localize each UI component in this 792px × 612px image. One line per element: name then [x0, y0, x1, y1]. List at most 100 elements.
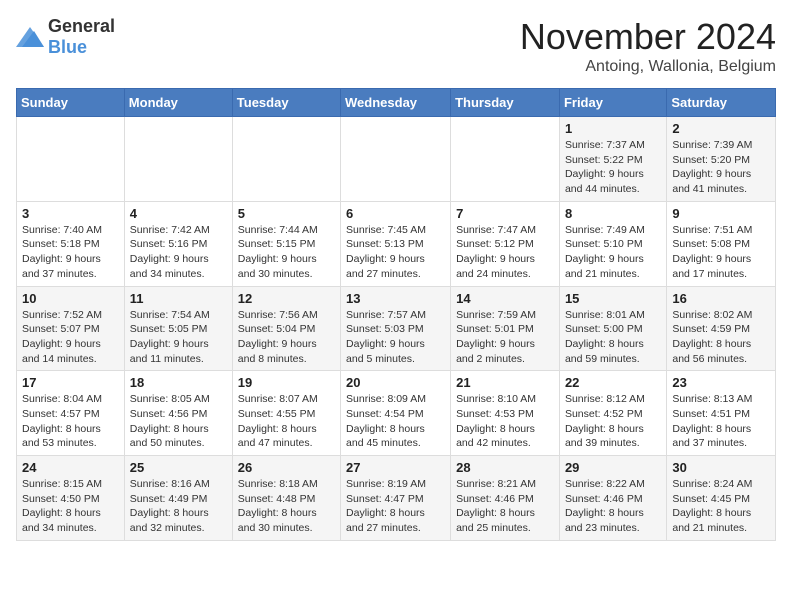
day-info: Sunrise: 7:44 AM Sunset: 5:15 PM Dayligh…	[238, 223, 335, 282]
day-number: 25	[130, 460, 227, 475]
calendar-cell	[341, 117, 451, 202]
calendar-cell: 11 Sunrise: 7:54 AM Sunset: 5:05 PM Dayli…	[124, 286, 232, 371]
day-info: Sunrise: 8:22 AM Sunset: 4:46 PM Dayligh…	[565, 477, 661, 536]
calendar-cell: 27 Sunrise: 8:19 AM Sunset: 4:47 PM Dayli…	[341, 456, 451, 541]
day-info: Sunrise: 7:49 AM Sunset: 5:10 PM Dayligh…	[565, 223, 661, 282]
day-info: Sunrise: 7:42 AM Sunset: 5:16 PM Dayligh…	[130, 223, 227, 282]
weekday-header-friday: Friday	[559, 89, 666, 117]
day-info: Sunrise: 7:45 AM Sunset: 5:13 PM Dayligh…	[346, 223, 445, 282]
day-number: 8	[565, 206, 661, 221]
day-info: Sunrise: 7:37 AM Sunset: 5:22 PM Dayligh…	[565, 138, 661, 197]
calendar-cell: 22 Sunrise: 8:12 AM Sunset: 4:52 PM Dayli…	[559, 371, 666, 456]
calendar-cell: 12Sunrise: 7:56 AM Sunset: 5:04 PM Dayli…	[232, 286, 340, 371]
day-number: 24	[22, 460, 119, 475]
calendar-table: SundayMondayTuesdayWednesdayThursdayFrid…	[16, 88, 776, 541]
calendar-cell: 19 Sunrise: 8:07 AM Sunset: 4:55 PM Dayli…	[232, 371, 340, 456]
day-info: Sunrise: 8:19 AM Sunset: 4:47 PM Dayligh…	[346, 477, 445, 536]
calendar-cell: 2Sunrise: 7:39 AM Sunset: 5:20 PM Daylig…	[667, 117, 776, 202]
logo-text: General Blue	[48, 16, 115, 58]
day-number: 3	[22, 206, 119, 221]
day-number: 20	[346, 375, 445, 390]
logo: General Blue	[16, 16, 115, 58]
calendar-week-row: 10Sunrise: 7:52 AM Sunset: 5:07 PM Dayli…	[17, 286, 776, 371]
calendar-week-row: 17 Sunrise: 8:04 AM Sunset: 4:57 PM Dayli…	[17, 371, 776, 456]
day-info: Sunrise: 7:40 AM Sunset: 5:18 PM Dayligh…	[22, 223, 119, 282]
day-number: 21	[456, 375, 554, 390]
location-title: Antoing, Wallonia, Belgium	[520, 58, 776, 76]
calendar-cell: 21 Sunrise: 8:10 AM Sunset: 4:53 PM Dayli…	[451, 371, 560, 456]
calendar-cell: 16 Sunrise: 8:02 AM Sunset: 4:59 PM Dayli…	[667, 286, 776, 371]
calendar-cell: 30 Sunrise: 8:24 AM Sunset: 4:45 PM Dayli…	[667, 456, 776, 541]
day-info: Sunrise: 8:10 AM Sunset: 4:53 PM Dayligh…	[456, 392, 554, 451]
calendar-cell: 7Sunrise: 7:47 AM Sunset: 5:12 PM Daylig…	[451, 201, 560, 286]
header: General Blue November 2024 Antoing, Wall…	[16, 16, 776, 76]
day-number: 22	[565, 375, 661, 390]
day-info: Sunrise: 7:39 AM Sunset: 5:20 PM Dayligh…	[672, 138, 770, 197]
day-number: 10	[22, 291, 119, 306]
day-info: Sunrise: 8:05 AM Sunset: 4:56 PM Dayligh…	[130, 392, 227, 451]
day-number: 23	[672, 375, 770, 390]
weekday-header-sunday: Sunday	[17, 89, 125, 117]
day-number: 11	[130, 291, 227, 306]
weekday-header-monday: Monday	[124, 89, 232, 117]
weekday-header-saturday: Saturday	[667, 89, 776, 117]
calendar-cell: 20Sunrise: 8:09 AM Sunset: 4:54 PM Dayli…	[341, 371, 451, 456]
logo-blue: Blue	[48, 37, 87, 57]
calendar-week-row: 1 Sunrise: 7:37 AM Sunset: 5:22 PM Daylig…	[17, 117, 776, 202]
day-info: Sunrise: 8:16 AM Sunset: 4:49 PM Dayligh…	[130, 477, 227, 536]
day-number: 30	[672, 460, 770, 475]
day-info: Sunrise: 7:57 AM Sunset: 5:03 PM Dayligh…	[346, 308, 445, 367]
day-number: 29	[565, 460, 661, 475]
day-number: 18	[130, 375, 227, 390]
calendar-cell: 29 Sunrise: 8:22 AM Sunset: 4:46 PM Dayli…	[559, 456, 666, 541]
day-info: Sunrise: 8:18 AM Sunset: 4:48 PM Dayligh…	[238, 477, 335, 536]
calendar-cell: 8 Sunrise: 7:49 AM Sunset: 5:10 PM Daylig…	[559, 201, 666, 286]
day-number: 5	[238, 206, 335, 221]
day-number: 28	[456, 460, 554, 475]
day-number: 16	[672, 291, 770, 306]
day-number: 12	[238, 291, 335, 306]
day-info: Sunrise: 8:02 AM Sunset: 4:59 PM Dayligh…	[672, 308, 770, 367]
day-number: 17	[22, 375, 119, 390]
calendar-cell	[232, 117, 340, 202]
calendar-cell: 17 Sunrise: 8:04 AM Sunset: 4:57 PM Dayli…	[17, 371, 125, 456]
day-info: Sunrise: 8:24 AM Sunset: 4:45 PM Dayligh…	[672, 477, 770, 536]
day-info: Sunrise: 7:51 AM Sunset: 5:08 PM Dayligh…	[672, 223, 770, 282]
logo-icon	[16, 27, 44, 47]
calendar-cell: 28 Sunrise: 8:21 AM Sunset: 4:46 PM Dayli…	[451, 456, 560, 541]
day-info: Sunrise: 8:07 AM Sunset: 4:55 PM Dayligh…	[238, 392, 335, 451]
calendar-cell: 18 Sunrise: 8:05 AM Sunset: 4:56 PM Dayli…	[124, 371, 232, 456]
day-info: Sunrise: 8:04 AM Sunset: 4:57 PM Dayligh…	[22, 392, 119, 451]
day-number: 13	[346, 291, 445, 306]
calendar-cell: 4Sunrise: 7:42 AM Sunset: 5:16 PM Daylig…	[124, 201, 232, 286]
day-info: Sunrise: 8:21 AM Sunset: 4:46 PM Dayligh…	[456, 477, 554, 536]
calendar-cell: 6Sunrise: 7:45 AM Sunset: 5:13 PM Daylig…	[341, 201, 451, 286]
day-info: Sunrise: 7:54 AM Sunset: 5:05 PM Dayligh…	[130, 308, 227, 367]
day-number: 19	[238, 375, 335, 390]
day-number: 7	[456, 206, 554, 221]
day-info: Sunrise: 8:12 AM Sunset: 4:52 PM Dayligh…	[565, 392, 661, 451]
calendar-cell: 1 Sunrise: 7:37 AM Sunset: 5:22 PM Daylig…	[559, 117, 666, 202]
calendar-cell: 5 Sunrise: 7:44 AM Sunset: 5:15 PM Daylig…	[232, 201, 340, 286]
calendar-cell: 25 Sunrise: 8:16 AM Sunset: 4:49 PM Dayli…	[124, 456, 232, 541]
weekday-header-wednesday: Wednesday	[341, 89, 451, 117]
day-number: 1	[565, 121, 661, 136]
calendar-cell: 15Sunrise: 8:01 AM Sunset: 5:00 PM Dayli…	[559, 286, 666, 371]
logo-general: General	[48, 16, 115, 36]
day-info: Sunrise: 8:15 AM Sunset: 4:50 PM Dayligh…	[22, 477, 119, 536]
calendar-cell	[17, 117, 125, 202]
day-number: 26	[238, 460, 335, 475]
month-title: November 2024	[520, 16, 776, 58]
day-info: Sunrise: 7:59 AM Sunset: 5:01 PM Dayligh…	[456, 308, 554, 367]
calendar-cell: 26 Sunrise: 8:18 AM Sunset: 4:48 PM Dayli…	[232, 456, 340, 541]
weekday-header-tuesday: Tuesday	[232, 89, 340, 117]
calendar-cell: 13 Sunrise: 7:57 AM Sunset: 5:03 PM Dayli…	[341, 286, 451, 371]
day-info: Sunrise: 8:01 AM Sunset: 5:00 PM Dayligh…	[565, 308, 661, 367]
calendar-week-row: 3 Sunrise: 7:40 AM Sunset: 5:18 PM Daylig…	[17, 201, 776, 286]
day-number: 27	[346, 460, 445, 475]
day-number: 14	[456, 291, 554, 306]
calendar-cell: 3 Sunrise: 7:40 AM Sunset: 5:18 PM Daylig…	[17, 201, 125, 286]
calendar-cell	[124, 117, 232, 202]
calendar-week-row: 24 Sunrise: 8:15 AM Sunset: 4:50 PM Dayli…	[17, 456, 776, 541]
day-number: 9	[672, 206, 770, 221]
